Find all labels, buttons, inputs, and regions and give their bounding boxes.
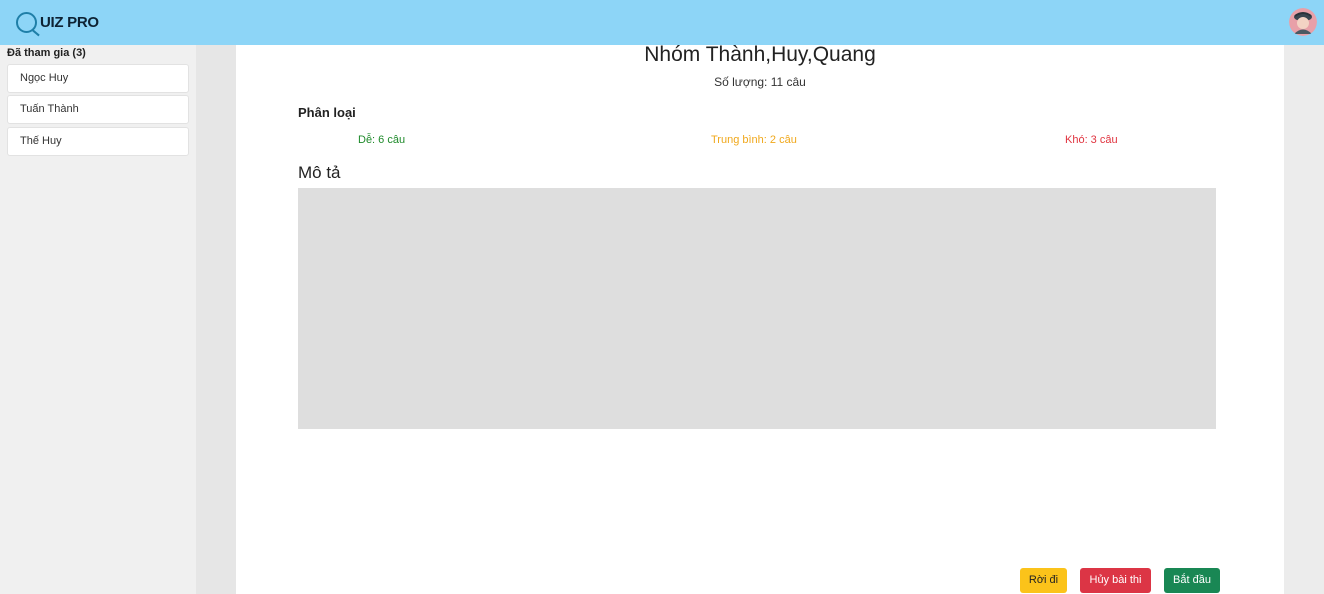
easy-count: Dễ: 6 câu <box>358 134 406 146</box>
top-navbar: UIZ PRO <box>0 0 1324 45</box>
left-gutter <box>196 45 236 594</box>
logo-q-icon <box>16 11 37 33</box>
user-avatar-icon[interactable] <box>1289 8 1317 36</box>
exam-room-panel: Nhóm Thành,Huy,Quang Số lượng: 11 câu Ph… <box>236 43 1284 594</box>
question-count: Số lượng: 11 câu <box>714 75 806 89</box>
participant-item[interactable]: Tuấn Thành <box>7 95 189 124</box>
start-button[interactable]: Bắt đầu <box>1164 568 1220 593</box>
hard-count: Khó: 3 câu <box>1065 134 1118 146</box>
description-box <box>298 188 1216 429</box>
participant-item[interactable]: Thế Huy <box>7 127 189 156</box>
participants-sidebar: Đã tham gia (3) Ngọc Huy Tuấn Thành Thế … <box>0 45 196 594</box>
cancel-exam-button[interactable]: Hủy bài thi <box>1080 568 1151 593</box>
participant-item[interactable]: Ngọc Huy <box>7 64 189 93</box>
medium-count: Trung bình: 2 câu <box>711 134 797 146</box>
description-heading: Mô tả <box>298 163 341 182</box>
app-logo[interactable]: UIZ PRO <box>16 10 99 34</box>
right-gutter <box>1284 45 1324 594</box>
group-title: Nhóm Thành,Huy,Quang <box>644 43 876 66</box>
leave-button[interactable]: Rời đi <box>1020 568 1067 593</box>
participants-title: Đã tham gia (3) <box>7 47 86 59</box>
logo-text: UIZ PRO <box>40 13 99 31</box>
category-heading: Phân loại <box>298 105 356 120</box>
